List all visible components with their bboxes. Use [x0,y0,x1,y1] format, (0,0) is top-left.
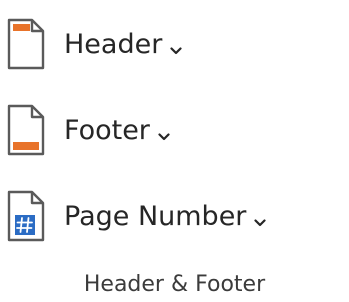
page-number-button[interactable]: Page Number [4,188,267,244]
chevron-down-icon[interactable] [158,127,170,141]
page-number-icon [4,190,48,242]
footer-button[interactable]: Footer [4,102,170,158]
chevron-down-icon[interactable] [170,41,182,55]
header-button[interactable]: Header [4,16,182,72]
header-icon [4,18,48,70]
chevron-down-icon[interactable] [254,213,267,227]
group-label: Header & Footer [83,272,266,297]
footer-label: Footer [64,114,150,146]
header-label: Header [64,28,163,60]
page-number-label: Page Number [64,200,247,232]
header-footer-ribbon-group: Header Footer Page Number Header & Foote… [0,0,349,302]
footer-icon [4,104,48,156]
